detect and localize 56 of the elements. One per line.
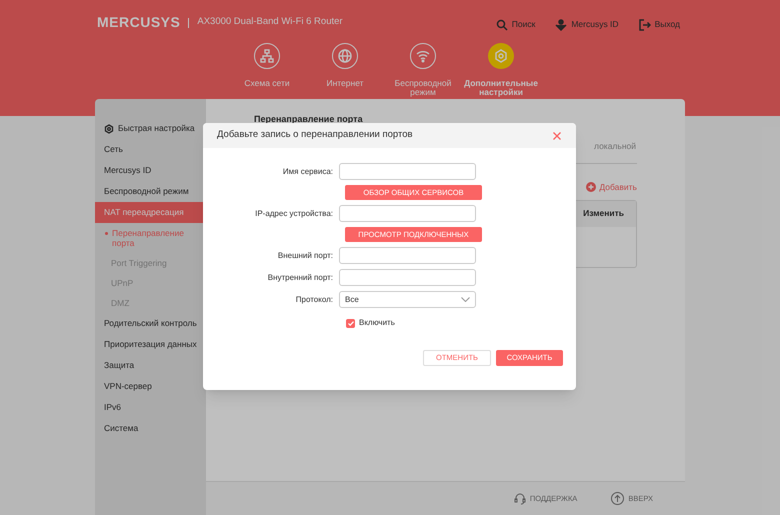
field-label: IP-адрес устройства: xyxy=(254,208,334,220)
network-map-icon xyxy=(254,43,280,69)
sidebar-item[interactable]: Система xyxy=(95,418,206,439)
nav-tab[interactable]: Интернет xyxy=(310,43,380,97)
sidebar-item[interactable]: Mercusys ID xyxy=(95,160,206,181)
header-link[interactable]: Поиск xyxy=(496,18,536,31)
nav-tab[interactable]: Схема сети xyxy=(232,43,302,97)
text-field[interactable] xyxy=(339,205,476,222)
text-field[interactable] xyxy=(339,247,476,264)
logout-icon xyxy=(638,18,651,30)
page-title: Перенаправление порта xyxy=(254,114,364,124)
person-icon xyxy=(555,18,568,30)
sidebar-subitem[interactable]: Перенаправление порта xyxy=(95,223,206,253)
sidebar-subitem[interactable]: UPnP xyxy=(95,273,206,293)
column-header: Изменить xyxy=(583,207,624,220)
check-icon xyxy=(348,320,354,326)
headset-icon xyxy=(514,492,526,504)
sidebar-item[interactable]: Приоритезация данных xyxy=(95,334,206,355)
text-field[interactable] xyxy=(339,269,476,286)
dialog-title: Добавьте запись о перенаправлении портов xyxy=(217,128,413,142)
sidebar-item[interactable]: Быстрая настройка xyxy=(95,118,206,139)
close-icon xyxy=(553,132,561,140)
chevron-down-icon xyxy=(461,297,470,302)
enable-checkbox[interactable] xyxy=(346,318,355,328)
gear-icon xyxy=(488,43,514,69)
plus-icon xyxy=(586,182,596,192)
field-label: Протокол: xyxy=(294,294,334,306)
nav-tab[interactable]: Беспроводной режим xyxy=(388,43,458,97)
sidebar-item[interactable]: Беспроводной режим xyxy=(95,181,206,202)
model-name: AX3000 Dual-Band Wi-Fi 6 Router xyxy=(197,15,343,30)
add-link[interactable]: Добавить xyxy=(586,180,637,194)
sidebar-item[interactable]: Защита xyxy=(95,355,206,376)
globe-icon xyxy=(332,43,358,69)
description-text: локальной xyxy=(594,140,636,153)
header-link[interactable]: Mercusys ID xyxy=(555,18,619,31)
arrow-up-icon xyxy=(611,492,624,505)
sidebar-item[interactable]: Сеть xyxy=(95,139,206,160)
sidebar-item[interactable]: Родительский контроль xyxy=(95,313,206,334)
sidebar-item[interactable]: NAT переадресация xyxy=(95,202,206,223)
field-label: Имя сервиса: xyxy=(282,166,334,178)
nav-tab[interactable]: Дополнительные настройки xyxy=(466,43,536,97)
bullet-icon xyxy=(105,232,108,235)
field-label: Внутренний порт: xyxy=(266,272,334,284)
sidebar-subitem[interactable]: Port Triggering xyxy=(95,253,206,273)
sidebar-item[interactable]: VPN-сервер xyxy=(95,376,206,397)
field-label: Внешний порт: xyxy=(276,250,334,262)
protocol-select[interactable]: Все xyxy=(339,291,476,308)
text-field[interactable] xyxy=(339,163,476,180)
search-icon xyxy=(496,18,508,30)
logo: MERCUSYS xyxy=(97,13,180,32)
sidebar-subitem[interactable]: DMZ xyxy=(95,293,206,313)
sidebar-item[interactable]: IPv6 xyxy=(95,397,206,418)
close-button[interactable] xyxy=(552,130,562,140)
header-link[interactable]: Выход xyxy=(638,18,680,31)
wifi-icon xyxy=(410,43,436,69)
checkbox-label: Включить xyxy=(359,317,395,329)
